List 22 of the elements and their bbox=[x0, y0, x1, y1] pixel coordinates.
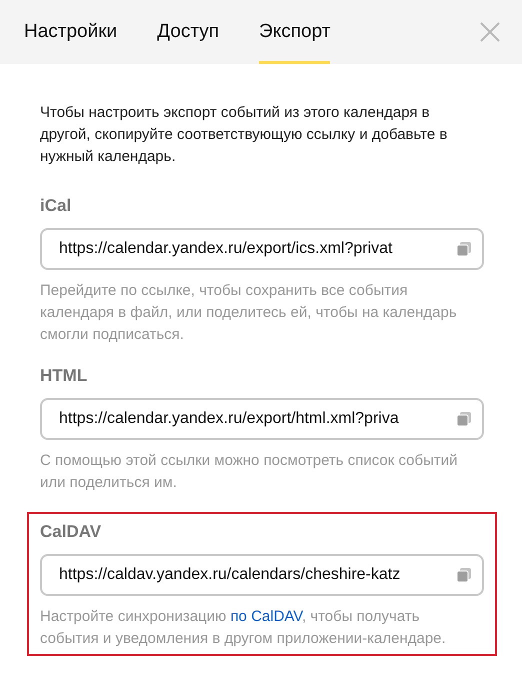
link-url: https://calendar.yandex.ru/export/html.xml?priva bbox=[59, 409, 399, 429]
link-url: https://caldav.yandex.ru/calendars/cheshire-katz bbox=[59, 565, 400, 585]
link-url: https://calendar.yandex.ru/export/ics.xml?privat bbox=[59, 239, 392, 259]
section-label: HTML bbox=[40, 365, 88, 387]
link-field[interactable]: https://caldav.yandex.ru/calendars/cheshire-katz bbox=[40, 554, 484, 596]
tab[interactable]: Экспорт bbox=[259, 0, 330, 64]
link-field[interactable]: https://calendar.yandex.ru/export/ics.xml?privat bbox=[40, 228, 484, 270]
copy-icon[interactable] bbox=[456, 241, 472, 257]
intro-text: Чтобы настроить экспорт событий из этого календаря в другой, скопируйте соответствующую ссылку и добавьте в нужный календарь. bbox=[40, 103, 448, 167]
caldav-link[interactable]: по CalDAV bbox=[230, 608, 302, 625]
help-text: Настройте синхронизацию по CalDAV, чтобы получать события и уведомления в другом приложении-календаре. bbox=[40, 607, 447, 649]
copy-icon[interactable] bbox=[456, 567, 472, 583]
copy-icon[interactable] bbox=[456, 411, 472, 427]
link-field[interactable]: https://calendar.yandex.ru/export/html.xml?priva bbox=[40, 398, 484, 440]
tab[interactable]: Доступ bbox=[157, 0, 220, 64]
help-text: С помощью этой ссылки можно посмотреть список событий или поделиться им. bbox=[40, 451, 459, 493]
close-button[interactable] bbox=[478, 20, 502, 44]
close-icon bbox=[480, 22, 500, 42]
help-text: Перейдите по ссылке, чтобы сохранить все события календаря в файл, или поделитесь ей, чтобы на календарь смогли подписаться. bbox=[40, 281, 458, 345]
section-label: CalDAV bbox=[40, 521, 102, 543]
tab[interactable]: Настройки bbox=[24, 0, 118, 64]
section-label: iCal bbox=[40, 195, 72, 217]
